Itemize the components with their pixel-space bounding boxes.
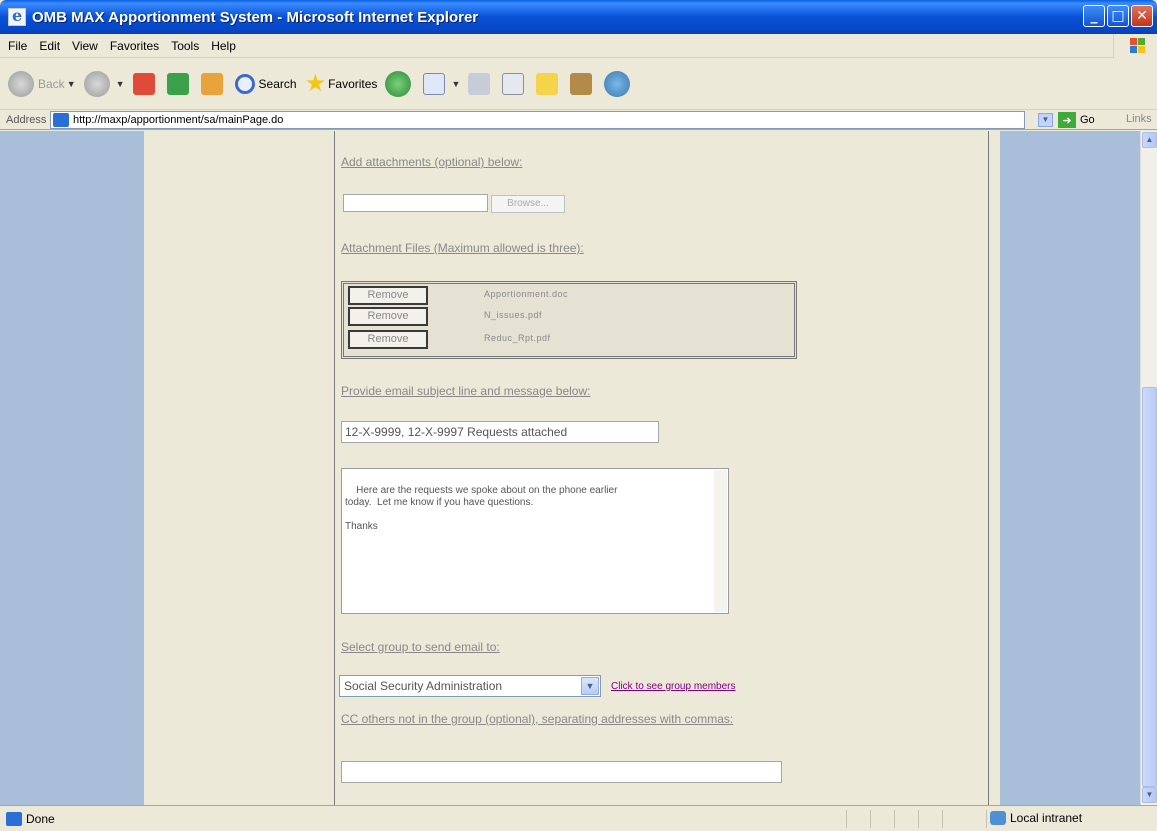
edit-button[interactable] xyxy=(502,72,528,95)
intranet-icon xyxy=(990,811,1006,825)
menu-bar: File Edit View Favorites Tools Help xyxy=(0,34,1157,58)
scroll-down-button[interactable]: ▼ xyxy=(1142,787,1157,803)
stop-button[interactable] xyxy=(132,72,159,95)
mail-button[interactable]: ▼ xyxy=(423,72,460,95)
discuss-button[interactable] xyxy=(536,72,562,95)
form-right-border xyxy=(988,131,989,805)
attachment-filename: N_issues.pdf xyxy=(484,310,543,320)
browse-button[interactable]: Browse... xyxy=(491,195,565,213)
attachment-files-label: Attachment Files (Maximum allowed is thr… xyxy=(341,241,584,255)
address-label: Address xyxy=(6,113,47,126)
go-arrow-icon: ➜ xyxy=(1058,112,1076,128)
research-icon xyxy=(570,72,593,95)
cc-input[interactable] xyxy=(341,761,782,783)
search-button[interactable]: Search xyxy=(234,73,297,94)
left-margin xyxy=(0,131,144,805)
menu-tools[interactable]: Tools xyxy=(171,39,199,53)
email-message-label: Provide email subject line and message b… xyxy=(341,384,591,398)
menu-favorites[interactable]: Favorites xyxy=(110,39,159,53)
home-icon xyxy=(200,72,223,95)
scroll-up-button[interactable]: ▲ xyxy=(1142,132,1157,148)
menu-view[interactable]: View xyxy=(72,39,98,53)
print-icon xyxy=(468,72,491,95)
ie-app-icon xyxy=(8,6,26,26)
folder-icon xyxy=(536,72,559,95)
page-done-icon xyxy=(6,811,22,826)
status-text: Done xyxy=(26,811,55,826)
maximize-button[interactable]: □ xyxy=(1107,5,1129,27)
scroll-thumb[interactable] xyxy=(1142,387,1157,787)
history-button[interactable] xyxy=(385,70,415,97)
textarea-scrollbar[interactable] xyxy=(714,470,727,612)
address-input[interactable]: http://maxp/apportionment/sa/mainPage.do xyxy=(50,111,1025,129)
remove-button[interactable]: Remove xyxy=(348,330,428,349)
back-arrow-icon xyxy=(8,70,34,97)
windows-logo-icon xyxy=(1113,34,1157,58)
attachment-list: Remove Apportionment.doc Remove N_issues… xyxy=(341,281,797,359)
menu-file[interactable]: File xyxy=(8,39,27,53)
messenger-button[interactable] xyxy=(604,70,634,97)
title-bar: OMB MAX Apportionment System - Microsoft… xyxy=(0,0,1157,34)
form-left-border xyxy=(334,131,335,805)
right-margin xyxy=(1000,131,1140,805)
history-icon xyxy=(385,70,412,97)
remove-button[interactable]: Remove xyxy=(348,307,428,326)
close-button[interactable]: ✕ xyxy=(1131,5,1153,27)
group-label: Select group to send email to: xyxy=(341,640,500,654)
back-button[interactable]: Back ▼ xyxy=(8,70,76,97)
address-dropdown-button[interactable]: ▼ xyxy=(1038,113,1053,127)
group-members-link[interactable]: Click to see group members xyxy=(611,681,736,692)
attachment-file-input[interactable] xyxy=(343,194,488,212)
favorites-button[interactable]: ★ Favorites xyxy=(305,69,378,98)
refresh-button[interactable] xyxy=(166,72,193,95)
go-button[interactable]: ➜ Go xyxy=(1058,112,1095,128)
refresh-icon xyxy=(166,72,189,95)
print-button[interactable] xyxy=(468,72,494,95)
minimize-button[interactable]: _ xyxy=(1083,5,1105,27)
attachment-filename: Apportionment.doc xyxy=(484,289,569,299)
email-message-textarea[interactable]: Here are the requests we spoke about on … xyxy=(341,468,729,614)
cc-label: CC others not in the group (optional), s… xyxy=(341,712,734,726)
toolbar: Back ▼ ▼ Search ★ Favorites ▼ xyxy=(0,58,1157,110)
messenger-icon xyxy=(604,70,631,97)
status-bar: Done Local intranet xyxy=(0,805,1157,831)
menu-help[interactable]: Help xyxy=(211,39,236,53)
star-icon: ★ xyxy=(304,70,327,97)
list-item: Remove Reduc_Rpt.pdf xyxy=(348,330,788,350)
edit-icon xyxy=(502,72,525,95)
page-content: Add attachments (optional) below: Browse… xyxy=(0,131,1140,805)
remove-button[interactable]: Remove xyxy=(348,286,428,305)
list-item: Remove Apportionment.doc xyxy=(348,286,788,306)
list-item: Remove N_issues.pdf xyxy=(348,307,788,327)
email-subject-field[interactable]: 12-X-9999, 12-X-9997 Requests attached xyxy=(341,421,659,443)
security-zone: Local intranet xyxy=(990,811,1082,825)
window-title: OMB MAX Apportionment System - Microsoft… xyxy=(32,8,479,26)
chevron-down-icon[interactable]: ▼ xyxy=(581,677,599,695)
links-button[interactable]: Links xyxy=(1126,113,1152,125)
mail-icon xyxy=(423,72,446,95)
group-select[interactable]: Social Security Administration ▼ xyxy=(339,675,601,697)
search-icon xyxy=(234,73,255,94)
forward-arrow-icon xyxy=(83,70,110,97)
menu-edit[interactable]: Edit xyxy=(39,39,60,53)
research-button[interactable] xyxy=(570,72,596,95)
attachment-filename: Reduc_Rpt.pdf xyxy=(484,333,551,343)
stop-icon xyxy=(132,72,155,95)
address-bar: Address http://maxp/apportionment/sa/mai… xyxy=(0,110,1157,130)
page-icon xyxy=(53,113,69,127)
page-scrollbar[interactable]: ▲ ▼ xyxy=(1140,131,1157,805)
attachments-label: Add attachments (optional) below: xyxy=(341,155,523,169)
home-button[interactable] xyxy=(200,72,227,95)
forward-button[interactable]: ▼ xyxy=(83,70,125,97)
